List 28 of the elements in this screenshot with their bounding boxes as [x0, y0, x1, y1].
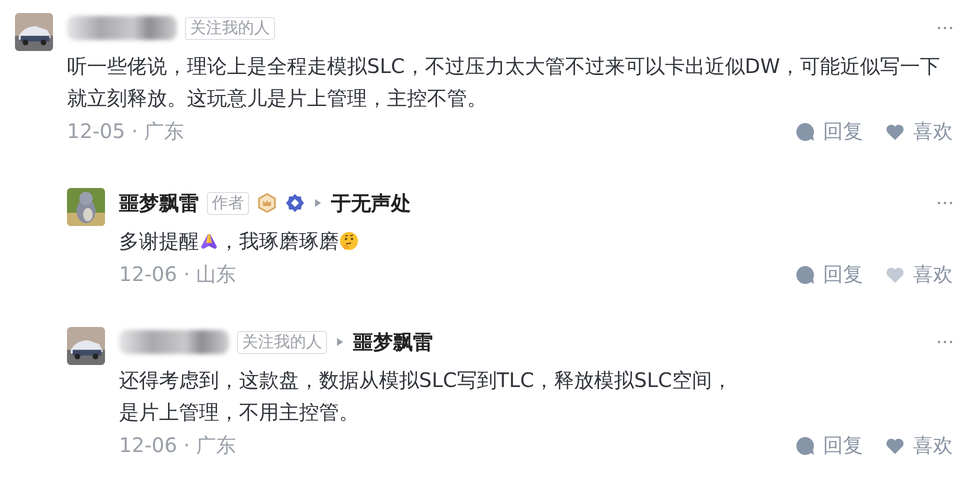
reply-button[interactable]: 回复: [795, 261, 863, 288]
like-button[interactable]: 喜欢: [885, 118, 953, 145]
date-location: 12-05 · 广东: [67, 118, 184, 145]
comment-text: 还得考虑到，这款盘，数据从模拟SLC写到TLC，释放模拟SLC空间，是片上管理，不用主控管。: [119, 367, 733, 426]
user-name[interactable]: 噩梦飘雷: [353, 328, 433, 356]
more-icon[interactable]: [937, 340, 953, 344]
date-location: 12-06 · 山东: [119, 261, 236, 288]
speech-bubble-icon: [795, 122, 815, 142]
comment-text: 多谢提醒 ，我琢磨琢磨: [119, 225, 739, 257]
like-button[interactable]: 喜欢: [885, 432, 953, 459]
reply-button[interactable]: 回复: [795, 432, 863, 459]
speech-bubble-icon: [795, 264, 815, 284]
thinking-face-icon: [339, 231, 359, 251]
gear-badge-icon: [285, 193, 305, 213]
user-name[interactable]: 于无声处: [331, 190, 411, 216]
user-tag: 作者: [207, 192, 249, 214]
user-tag: 关注我的人: [185, 16, 275, 40]
user-tag: 关注我的人: [237, 330, 327, 354]
triangle-icon: [315, 199, 321, 207]
user-name[interactable]: 噩梦飘雷: [119, 190, 199, 216]
like-button[interactable]: 喜欢: [885, 261, 953, 288]
speech-bubble-icon: [795, 436, 815, 456]
more-icon[interactable]: [937, 26, 953, 30]
triangle-icon: [337, 338, 343, 346]
comment-text: 听一些佬说，理论上是全程走模拟SLC，不过压力太大管不过来可以卡出近似DW，可能近似写一下就立刻释放。这玩意儿是片上管理，主控不管。: [67, 53, 941, 112]
reply-button[interactable]: 回复: [795, 118, 863, 145]
more-icon[interactable]: [937, 201, 953, 205]
date-location: 12-06 · 广东: [119, 432, 236, 459]
